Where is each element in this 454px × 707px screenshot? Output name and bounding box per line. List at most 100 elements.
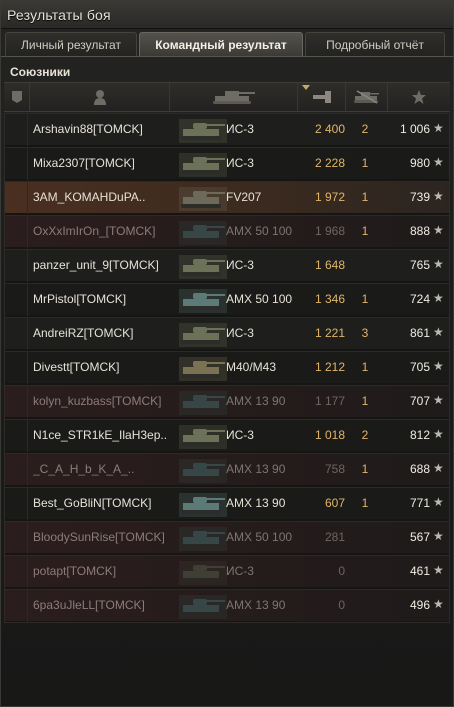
star-icon: ★ xyxy=(433,427,444,441)
tank-name: AMX 13 90 xyxy=(226,394,286,408)
player-row[interactable]: Arshavin88[TOMCK] ИС-3 2 400 2 1 006 ★ xyxy=(5,113,449,146)
star-icon: ★ xyxy=(433,393,444,407)
tank-thumbnail-icon xyxy=(179,493,227,517)
tank-name: ИС-3 xyxy=(226,564,254,578)
player-name[interactable]: Divestt[TOMCK] xyxy=(33,360,193,374)
column-frags[interactable] xyxy=(346,83,388,111)
player-row[interactable]: _C_A_H_b_K_A_.. AMX 13 90 758 1 688 ★ xyxy=(5,453,449,486)
star-icon: ★ xyxy=(433,495,444,509)
tank-thumbnail-icon xyxy=(179,459,227,483)
damage-value: 1 212 xyxy=(314,360,345,374)
titlebar[interactable]: Результаты боя xyxy=(1,1,453,29)
tank-thumbnail-icon xyxy=(179,357,227,381)
player-name[interactable]: Arshavin88[TOMCK] xyxy=(33,122,193,136)
player-name[interactable]: _C_A_H_b_K_A_.. xyxy=(33,462,193,476)
star-icon: ★ xyxy=(433,529,444,543)
tank-name: ИС-3 xyxy=(226,326,254,340)
column-separator xyxy=(27,386,28,418)
damage-value: 1 346 xyxy=(314,292,345,306)
star-icon: ★ xyxy=(433,325,444,339)
player-row[interactable]: kolyn_kuzbass[TOMCK] AMX 13 90 1 177 1 707 ★ xyxy=(5,385,449,418)
player-name[interactable]: BloodySunRise[TOMCK] xyxy=(33,530,193,544)
column-separator xyxy=(27,556,28,588)
tank-thumbnail-icon xyxy=(179,595,227,619)
tab-bar: Личный результат Командный результат Под… xyxy=(5,32,449,56)
damage-value: 1 968 xyxy=(314,224,345,238)
player-row[interactable]: AndreiRZ[TOMCK] ИС-3 1 221 3 861 ★ xyxy=(5,317,449,350)
column-squad[interactable] xyxy=(4,83,30,111)
star-icon: ★ xyxy=(433,223,444,237)
column-separator xyxy=(27,250,28,282)
xp-value: 812 xyxy=(409,428,430,442)
window-title: Результаты боя xyxy=(7,7,111,23)
team-label: Союзники xyxy=(10,65,71,79)
player-name[interactable]: N1ce_STR1kE_IlaH3ep.. xyxy=(33,428,193,442)
player-row[interactable]: BloodySunRise[TOMCK] AMX 50 100 281 567 ★ xyxy=(5,521,449,554)
player-row[interactable]: 3AM_KOMAHDuPA.. FV207 1 972 1 739 ★ xyxy=(5,181,449,214)
column-tank[interactable] xyxy=(170,83,298,111)
column-xp[interactable] xyxy=(388,83,450,111)
player-row[interactable]: panzer_unit_9[TOMCK] ИС-3 1 648 765 ★ xyxy=(5,249,449,282)
player-row[interactable]: Divestt[TOMCK] M40/M43 1 212 1 705 ★ xyxy=(5,351,449,384)
frags-value: 2 xyxy=(361,122,369,136)
column-separator xyxy=(27,216,28,248)
player-row[interactable]: N1ce_STR1kE_IlaH3ep.. ИС-3 1 018 2 812 ★ xyxy=(5,419,449,452)
tank-name: AMX 50 100 xyxy=(226,530,293,544)
player-name[interactable]: AndreiRZ[TOMCK] xyxy=(33,326,193,340)
player-name[interactable]: Best_GoBliN[TOMCK] xyxy=(33,496,193,510)
player-row[interactable]: OxXxImIrOn_[TOMCK] AMX 50 100 1 968 1 888 ★ xyxy=(5,215,449,248)
damage-value: 2 228 xyxy=(314,156,345,170)
star-icon: ★ xyxy=(433,563,444,577)
tab-personal-result[interactable]: Личный результат xyxy=(5,32,137,56)
column-separator xyxy=(27,420,28,452)
tank-thumbnail-icon xyxy=(179,527,227,551)
xp-value: 724 xyxy=(409,292,430,306)
player-name[interactable]: 3AM_KOMAHDuPA.. xyxy=(33,190,193,204)
star-icon: ★ xyxy=(433,257,444,271)
xp-value: 765 xyxy=(409,258,430,272)
player-name[interactable]: kolyn_kuzbass[TOMCK] xyxy=(33,394,193,408)
column-separator xyxy=(27,522,28,554)
xp-value: 705 xyxy=(409,360,430,374)
player-row[interactable]: potapt[TOMCK] ИС-3 0 461 ★ xyxy=(5,555,449,588)
player-name[interactable]: panzer_unit_9[TOMCK] xyxy=(33,258,193,272)
damage-value: 1 648 xyxy=(314,258,345,272)
column-separator xyxy=(27,488,28,520)
column-damage[interactable] xyxy=(298,83,346,111)
tab-detailed-report[interactable]: Подробный отчёт xyxy=(305,32,445,56)
player-row[interactable]: 6pa3uJleLL[TOMCK] AMX 13 90 0 496 ★ xyxy=(5,589,449,622)
xp-value: 567 xyxy=(409,530,430,544)
frags-value: 1 xyxy=(361,360,369,374)
player-row[interactable]: Best_GoBliN[TOMCK] AMX 13 90 607 1 771 ★ xyxy=(5,487,449,520)
column-separator xyxy=(27,318,28,350)
frags-value: 1 xyxy=(361,224,369,238)
tank-name: AMX 50 100 xyxy=(226,224,293,238)
player-row[interactable]: Mixa2307[TOMCK] ИС-3 2 228 1 980 ★ xyxy=(5,147,449,180)
frags-value: 1 xyxy=(361,156,369,170)
player-name[interactable]: potapt[TOMCK] xyxy=(33,564,193,578)
damage-value: 607 xyxy=(324,496,345,510)
xp-value: 461 xyxy=(409,564,430,578)
column-player[interactable] xyxy=(30,83,170,111)
column-separator xyxy=(27,352,28,384)
xp-value: 707 xyxy=(409,394,430,408)
team-results-table: Arshavin88[TOMCK] ИС-3 2 400 2 1 006 ★ Mixa230… xyxy=(4,113,450,623)
player-name[interactable]: 6pa3uJleLL[TOMCK] xyxy=(33,598,193,612)
tank-thumbnail-icon xyxy=(179,153,227,177)
player-row[interactable]: MrPistol[TOMCK] AMX 50 100 1 346 1 724 ★ xyxy=(5,283,449,316)
battle-results-window: Результаты боя Личный результат Командны… xyxy=(0,0,454,707)
tank-name: AMX 50 100 xyxy=(226,292,293,306)
column-separator xyxy=(27,454,28,486)
xp-value: 980 xyxy=(409,156,430,170)
player-name[interactable]: OxXxImIrOn_[TOMCK] xyxy=(33,224,193,238)
tank-name: ИС-3 xyxy=(226,428,254,442)
tank-name: AMX 13 90 xyxy=(226,462,286,476)
player-name[interactable]: Mixa2307[TOMCK] xyxy=(33,156,193,170)
damage-value: 0 xyxy=(338,564,345,578)
tank-thumbnail-icon xyxy=(179,561,227,585)
column-separator xyxy=(27,590,28,622)
tab-team-result[interactable]: Командный результат xyxy=(139,32,303,56)
tank-name: AMX 13 90 xyxy=(226,598,286,612)
player-name[interactable]: MrPistol[TOMCK] xyxy=(33,292,193,306)
tank-thumbnail-icon xyxy=(179,323,227,347)
